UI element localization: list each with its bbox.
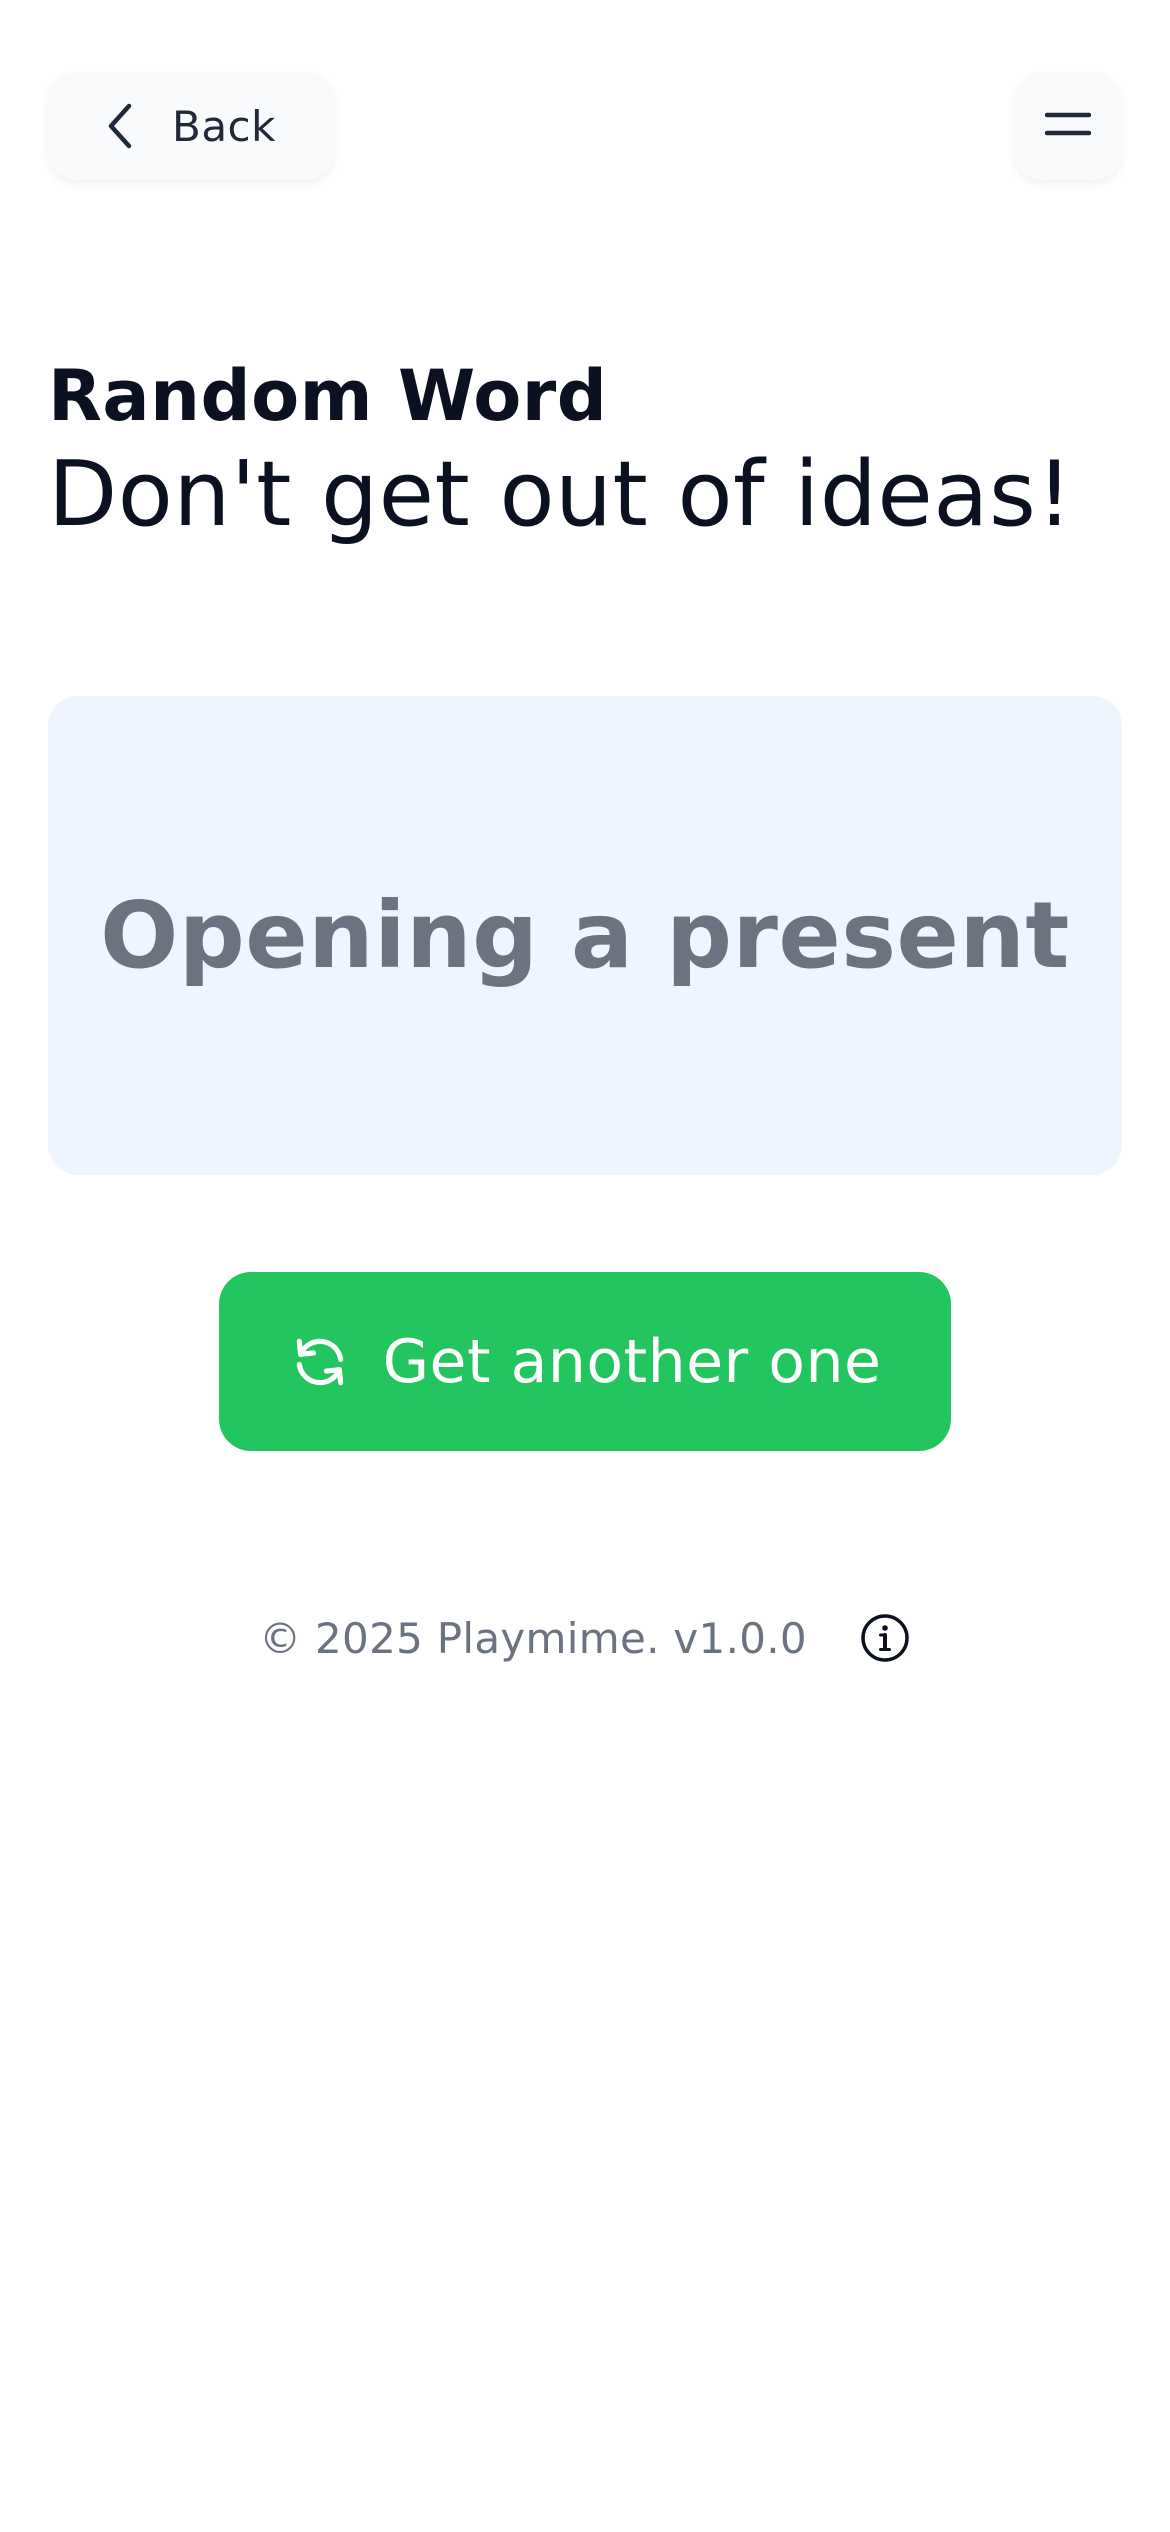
page-heading: Random Word Don't get out of ideas! (48, 350, 1122, 552)
random-word-text: Opening a present (100, 882, 1070, 989)
menu-button[interactable] (1014, 72, 1122, 180)
chevron-left-icon (102, 102, 138, 150)
random-word-card: Opening a present (48, 696, 1122, 1175)
refresh-icon (289, 1331, 351, 1393)
get-another-button[interactable]: Get another one (219, 1272, 951, 1451)
footer: © 2025 Playmime. v1.0.0 (0, 1606, 1170, 1670)
page-title: Random Word (48, 355, 608, 437)
get-another-button-label: Get another one (382, 1326, 882, 1397)
footer-copyright: © 2025 Playmime. v1.0.0 (259, 1613, 807, 1663)
info-icon[interactable] (859, 1612, 911, 1664)
page-subtitle: Don't get out of ideas! (48, 442, 1073, 547)
menu-icon (1044, 110, 1092, 142)
back-button[interactable]: Back (48, 72, 334, 180)
back-button-label: Back (172, 101, 276, 151)
top-bar: Back (48, 72, 1122, 180)
